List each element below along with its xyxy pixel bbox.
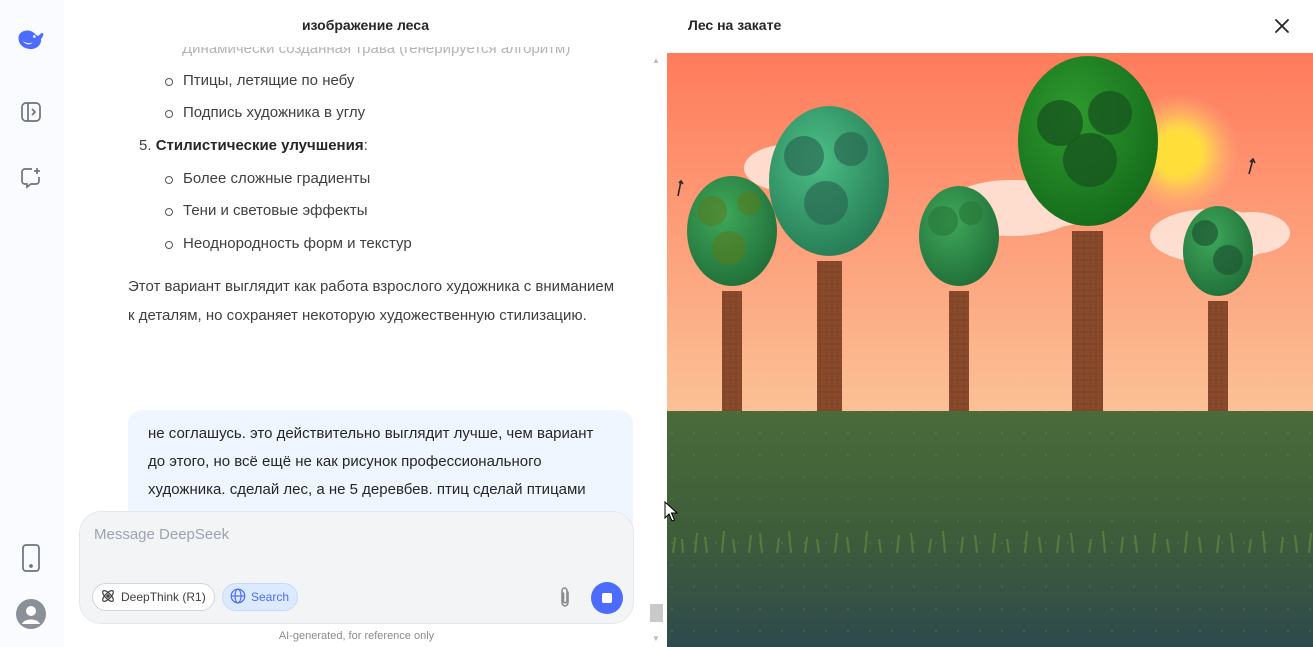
user-avatar-icon[interactable] <box>16 599 46 629</box>
list-item: Более сложные градиенты <box>164 170 371 187</box>
search-label: Search <box>251 590 290 604</box>
message-input[interactable] <box>94 526 594 543</box>
close-icon <box>1275 19 1289 33</box>
scroll-down-arrow-icon[interactable]: ▼ <box>652 634 660 643</box>
globe-icon <box>230 588 246 607</box>
mobile-app-icon[interactable] <box>16 543 46 573</box>
deepseek-logo-icon[interactable] <box>16 24 46 54</box>
stop-generation-button[interactable] <box>591 582 623 614</box>
artifact-preview-panel: Лес на закате <box>667 0 1313 647</box>
sun-core <box>1155 129 1203 177</box>
numbered-heading: 5. Стилистические улучшения: <box>139 137 368 154</box>
close-preview-button[interactable] <box>1271 15 1293 37</box>
list-heading-suffix: : <box>363 137 368 154</box>
mouse-cursor-icon <box>664 501 678 522</box>
ai-disclaimer: AI-generated, for reference only <box>278 630 435 642</box>
forest-sunset-canvas <box>667 53 1313 647</box>
chat-column: Динамически созданная трава (генерируетс… <box>64 0 667 647</box>
message-composer: DeepThink (R1) Search <box>79 511 634 624</box>
stop-icon <box>602 593 612 603</box>
new-chat-icon[interactable] <box>16 163 46 193</box>
list-heading-bold: Стилистические улучшения <box>155 137 364 154</box>
search-toggle-button[interactable]: Search <box>222 583 299 611</box>
sidebar-toggle-icon[interactable] <box>16 97 46 127</box>
list-item: Птицы, летящие по небу <box>164 72 355 89</box>
deepthink-toggle-button[interactable]: DeepThink (R1) <box>92 583 215 611</box>
chat-title: изображение леса <box>301 17 430 33</box>
list-item: Подпись художника в углу <box>164 104 366 121</box>
list-item: Тени и световые эффекты <box>165 202 368 219</box>
left-sidebar <box>0 0 64 647</box>
deepthink-label: DeepThink (R1) <box>121 590 206 604</box>
list-number: 5. <box>139 137 152 154</box>
clipped-list-item: Динамически созданная трава (генерируетс… <box>182 40 571 57</box>
scroll-up-arrow-icon[interactable]: ▲ <box>652 56 660 65</box>
attach-file-icon[interactable] <box>553 585 577 609</box>
assistant-paragraph: Этот вариант выглядит как работа взросло… <box>128 278 615 324</box>
scrollbar-thumb[interactable] <box>650 604 663 622</box>
list-item: Неоднородность форм и текстур <box>165 235 412 252</box>
atom-icon <box>100 588 116 607</box>
preview-title: Лес на закате <box>688 17 782 33</box>
